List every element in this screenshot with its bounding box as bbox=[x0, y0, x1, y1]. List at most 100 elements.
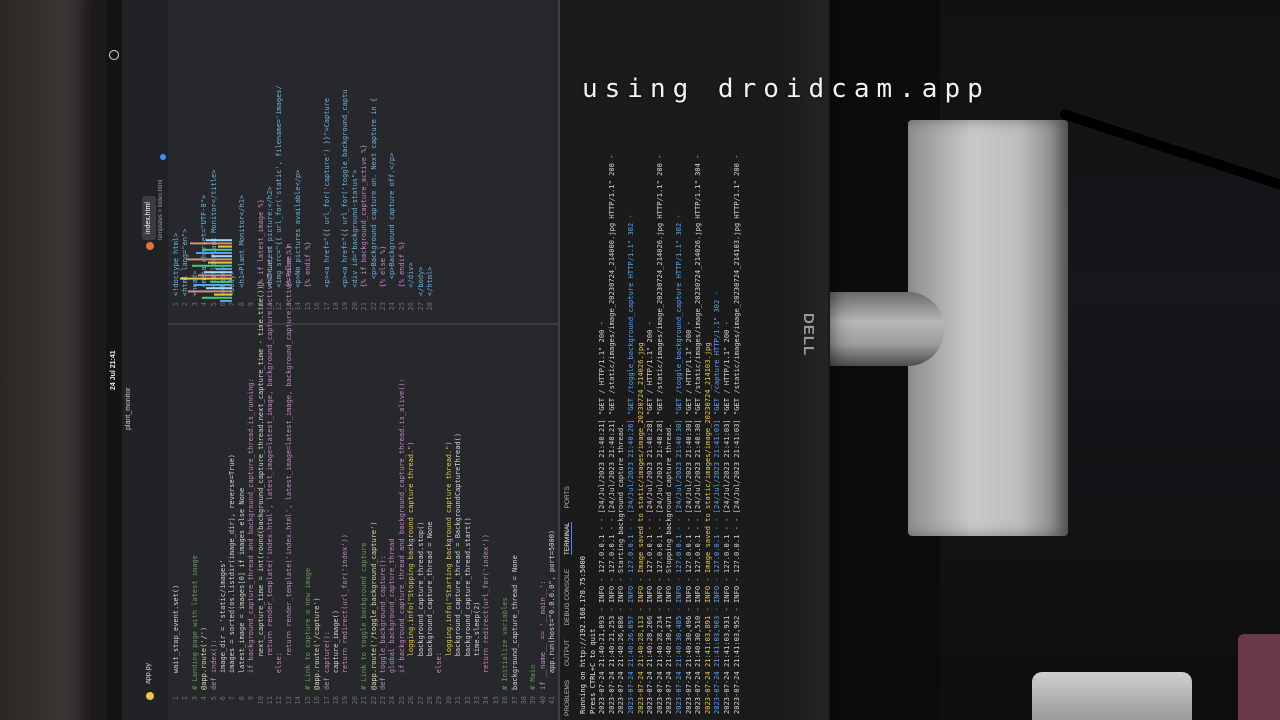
minimap-bar bbox=[188, 290, 232, 293]
code-text: background_capture_thread = BackgroundCa… bbox=[454, 432, 463, 690]
tab-problems[interactable]: PROBLEMS bbox=[564, 680, 571, 716]
html-line: 20 <div id="background-status"> bbox=[351, 85, 360, 320]
html-line: 25 {% endif %} bbox=[398, 85, 407, 320]
line-number: 41 bbox=[548, 696, 557, 705]
tab-index-html[interactable]: index.html bbox=[142, 196, 156, 240]
terminal-line: 2023-07-24 21:40:26,086 - INFO - Startin… bbox=[616, 423, 626, 714]
bottom-panel: PROBLEMS OUTPUT DEBUG CONSOLE TERMINAL P… bbox=[558, 0, 786, 720]
python-line: 31 background_capture_thread = Backgroun… bbox=[454, 243, 463, 714]
ide-title-area: plant_monitor app.py index.html template… bbox=[122, 0, 168, 720]
line-number: 16 bbox=[313, 696, 322, 705]
minimap-bar bbox=[180, 277, 232, 280]
code-text: time.sleep(2) bbox=[473, 601, 481, 690]
terminal-line: 2023-07-24 21:40:30,496 - INFO - 127.0.0… bbox=[683, 321, 693, 714]
power-icon[interactable] bbox=[109, 50, 119, 60]
desk-object bbox=[1032, 672, 1192, 720]
code-text: <p>No pictures available</p> bbox=[294, 169, 303, 296]
line-number: 31 bbox=[454, 696, 463, 705]
terminal-line: 2023-07-24 21:40:30,471 - INFO - Stoppin… bbox=[664, 423, 674, 714]
minimap-bar bbox=[206, 239, 232, 242]
line-number: 18 bbox=[331, 302, 340, 311]
code-text: @app.route('/toggle_background_capture') bbox=[369, 521, 378, 690]
line-number: 37 bbox=[510, 696, 519, 705]
code-text: @app.route('/capture') bbox=[313, 597, 322, 690]
code-text: {% endif %} bbox=[397, 241, 406, 296]
line-number: 38 bbox=[520, 696, 529, 705]
code-text: image_dir = 'static/images' bbox=[219, 559, 228, 690]
line-number: 29 bbox=[435, 696, 444, 705]
line-number: 4 bbox=[200, 696, 209, 701]
terminal-output[interactable]: Running on http://192.168.178.75:5000 Pre… bbox=[578, 155, 741, 714]
tab-terminal[interactable]: TERMINAL bbox=[564, 522, 572, 556]
line-number: 13 bbox=[284, 302, 293, 311]
line-number: 13 bbox=[284, 696, 293, 705]
minimap-bar bbox=[192, 264, 232, 267]
python-line: 29 else: bbox=[435, 243, 444, 714]
code-text: background_capture_thread.start() bbox=[463, 517, 472, 690]
minimap-bar bbox=[186, 258, 232, 261]
breadcrumb: templates > index.html bbox=[158, 179, 164, 240]
code-text: <img src="{{ url_for('static', filename=… bbox=[275, 85, 284, 296]
tab-output[interactable]: OUTPUT bbox=[564, 639, 571, 666]
minimap-bar bbox=[206, 287, 232, 290]
minimap-bar bbox=[212, 255, 232, 258]
line-number: 8 bbox=[237, 302, 246, 307]
line-number: 2 bbox=[181, 302, 190, 307]
python-line: 33 time.sleep(2) bbox=[473, 243, 482, 714]
python-file-icon bbox=[146, 692, 154, 700]
code-text: logging.info("Starting background captur… bbox=[444, 441, 453, 690]
line-number: 7 bbox=[228, 696, 237, 701]
line-number: 10 bbox=[256, 696, 265, 705]
tab-debug-console[interactable]: DEBUG CONSOLE bbox=[564, 569, 571, 626]
terminal-line: 2023-07-24 21:40:28,206 - INFO - 127.0.0… bbox=[645, 321, 655, 714]
line-number: 5 bbox=[209, 302, 218, 307]
photo-scene: DELL 24 Jul 21:41 plant_monitor app.py i… bbox=[0, 0, 1280, 720]
minimap[interactable] bbox=[172, 234, 252, 302]
line-number: 36 bbox=[501, 696, 510, 705]
code-text: else: bbox=[435, 652, 444, 690]
line-number: 28 bbox=[425, 302, 434, 311]
line-number: 32 bbox=[463, 696, 472, 705]
clock[interactable]: 24 Jul 21:41 bbox=[110, 350, 117, 390]
code-text: # Link to capture a new image bbox=[303, 567, 312, 690]
line-number: 16 bbox=[313, 302, 322, 311]
line-number: 24 bbox=[388, 696, 397, 705]
line-number: 1 bbox=[172, 696, 180, 701]
editor-split[interactable] bbox=[168, 323, 558, 325]
minimap-bar bbox=[202, 248, 232, 251]
tab-app-py[interactable]: app.py bbox=[142, 657, 156, 690]
monitor-bottom-bezel bbox=[788, 0, 828, 720]
code-text: {% if latest_image %} bbox=[256, 199, 265, 296]
html5-icon bbox=[160, 154, 166, 160]
html-line: 21 {% if background_capture_active %} bbox=[360, 85, 369, 320]
html-line: 19 <p><a href="{{ url_for('toggle_backgr… bbox=[341, 85, 350, 320]
line-number: 28 bbox=[425, 696, 434, 705]
code-text: # Landing page with latest image bbox=[190, 555, 199, 690]
python-line: 34 return redirect(url_for('index')) bbox=[482, 243, 491, 714]
html-line: 17 <p><a href="{{ url_for('capture') }}"… bbox=[323, 85, 332, 320]
line-number: 25 bbox=[397, 696, 406, 705]
line-number: 11 bbox=[266, 696, 275, 705]
line-number: 19 bbox=[341, 696, 350, 705]
code-text: return redirect(url_for('index')) bbox=[341, 534, 350, 690]
minimap-bar bbox=[216, 268, 232, 270]
terminal-line: 2023-07-24 21:41:03,931 - INFO - 127.0.0… bbox=[721, 321, 731, 714]
line-number: 14 bbox=[294, 302, 303, 311]
minimap-bar bbox=[202, 296, 232, 299]
code-text: latest_image = images[0] if images else … bbox=[237, 487, 246, 690]
tab-ports[interactable]: PORTS bbox=[564, 486, 571, 508]
code-text: <p><a href="{{ url_for('toggle_backgroun… bbox=[341, 89, 350, 296]
line-number: 5 bbox=[209, 696, 218, 701]
html-line: 14 <p>No pictures available</p> bbox=[294, 85, 303, 320]
line-number: 22 bbox=[369, 302, 378, 311]
code-text: {% else %} bbox=[378, 245, 387, 296]
code-text: {% else %} bbox=[284, 245, 293, 296]
line-number: 12 bbox=[275, 696, 284, 705]
terminal-line: 2023-07-24 21:40:21,253 - INFO - 127.0.0… bbox=[606, 154, 616, 714]
line-number: 22 bbox=[369, 696, 378, 705]
code-text: <p>Background capture on. Next capture i… bbox=[369, 97, 378, 296]
minimap-bar bbox=[210, 280, 232, 283]
python-line: 32 background_capture_thread.start() bbox=[464, 243, 473, 714]
minimap-bar bbox=[220, 300, 232, 302]
minimap-bar bbox=[208, 261, 232, 264]
